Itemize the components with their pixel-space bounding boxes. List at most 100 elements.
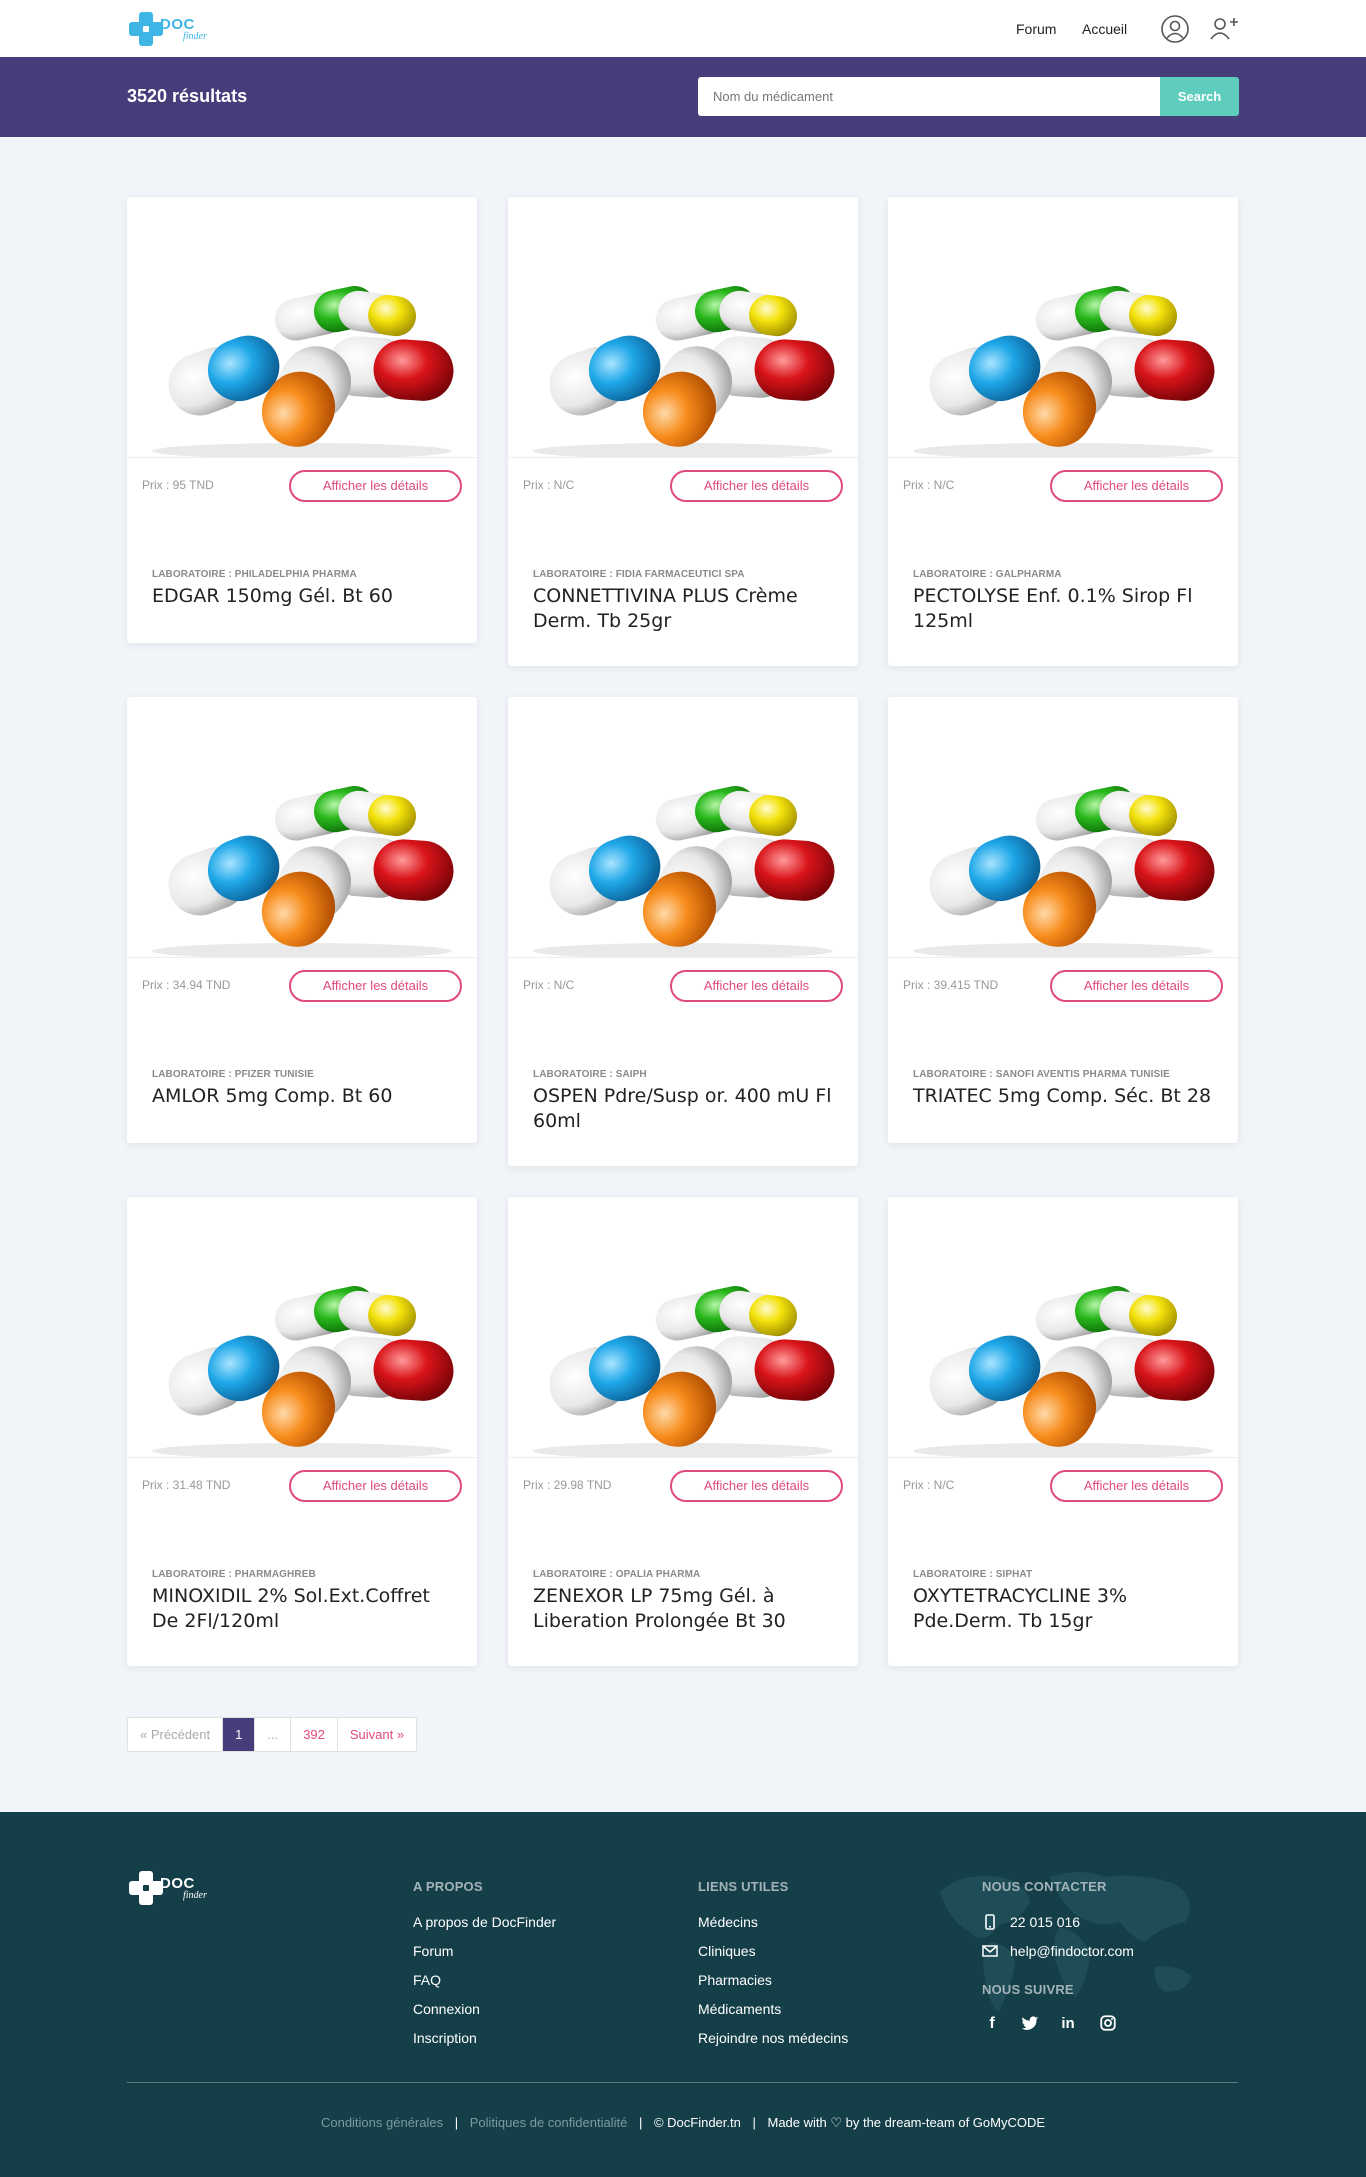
laboratory-label: LABORATOIRE : FIDIA FARMACEUTICI SPA [533,569,745,580]
separator: | [638,2115,643,2130]
laboratory-label: LABORATOIRE : PFIZER TUNISIE [152,1069,314,1080]
liens-links: Médecins Cliniques Pharmacies Médicament… [698,1914,848,2059]
contact-heading: NOUS CONTACTER [982,1879,1107,1894]
price-label: Prix : 29.98 TND [523,1478,612,1492]
medication-name[interactable]: TRIATEC 5mg Comp. Séc. Bt 28 [913,1084,1223,1109]
footer-link-medecins[interactable]: Médecins [698,1914,848,1943]
medication-name[interactable]: ZENEXOR LP 75mg Gél. à Liberation Prolon… [533,1584,843,1634]
laboratory-label: LABORATOIRE : OPALIA PHARMA [533,1569,701,1580]
facebook-icon[interactable]: f [982,2014,1002,2034]
footer-link-join-doctors[interactable]: Rejoindre nos médecins [698,2030,848,2059]
instagram-icon[interactable] [1098,2014,1118,2034]
pills-image [888,1197,1238,1457]
medication-card: Prix : 29.98 TND Afficher les détails LA… [508,1197,858,1666]
show-details-button[interactable]: Afficher les détails [289,970,462,1002]
apropos-heading: A PROPOS [413,1879,483,1894]
show-details-button[interactable]: Afficher les détails [670,970,843,1002]
price-label: Prix : 34.94 TND [142,978,231,992]
laboratory-label: LABORATOIRE : SIPHAT [913,1569,1033,1580]
liens-heading: LIENS UTILES [698,1879,789,1894]
medication-name[interactable]: PECTOLYSE Enf. 0.1% Sirop Fl 125ml [913,584,1223,634]
medication-name[interactable]: CONNETTIVINA PLUS Crème Derm. Tb 25gr [533,584,843,634]
pills-image [127,197,477,457]
result-count: 3520 résultats [127,86,248,106]
pills-image [508,1197,858,1457]
apropos-links: A propos de DocFinder Forum FAQ Connexio… [413,1914,556,2059]
show-details-button[interactable]: Afficher les détails [1050,970,1223,1002]
laboratory-label: LABORATOIRE : SANOFI AVENTIS PHARMA TUNI… [913,1069,1170,1080]
footer-link-faq[interactable]: FAQ [413,1972,556,2001]
separator: | [454,2115,459,2130]
medication-card: Prix : N/C Afficher les détails LABORATO… [888,197,1238,666]
medication-name[interactable]: AMLOR 5mg Comp. Bt 60 [152,1084,462,1109]
email-icon [982,1945,998,1957]
page-last-button[interactable]: 392 [291,1718,338,1751]
price-label: Prix : 31.48 TND [142,1478,231,1492]
medication-name[interactable]: EDGAR 150mg Gél. Bt 60 [152,584,462,609]
medication-search-input[interactable] [698,77,1160,116]
laboratory-label: LABORATOIRE : PHILADELPHIA PHARMA [152,569,357,580]
pills-image [127,697,477,957]
footer-link-pharmacies[interactable]: Pharmacies [698,1972,848,2001]
footer-logo-sub: finder [183,1890,207,1901]
medication-name[interactable]: OXYTETRACYCLINE 3% Pde.Derm. Tb 15gr [913,1584,1223,1634]
footer-link-connexion[interactable]: Connexion [413,2001,556,2030]
medication-card: Prix : N/C Afficher les détails LABORATO… [508,197,858,666]
nav-accueil-link[interactable]: Accueil [1082,21,1127,37]
footer: DOC finder A PROPOS A propos de DocFinde… [0,1812,1366,2177]
medication-name[interactable]: MINOXIDIL 2% Sol.Ext.Coffret De 2Fl/120m… [152,1584,462,1634]
separator: | [752,2115,756,2130]
logo-sub: finder [183,31,207,42]
search-bar: 3520 résultats Search [0,57,1366,137]
phone-icon [985,1914,995,1930]
footer-link-cliniques[interactable]: Cliniques [698,1943,848,1972]
pills-image [508,697,858,957]
page-current-button[interactable]: 1 [223,1718,256,1751]
copyright-text: © DocFinder.tn [653,2115,741,2130]
nav-forum-link[interactable]: Forum [1016,21,1056,37]
laboratory-label: LABORATOIRE : SAIPH [533,1069,647,1080]
add-user-icon[interactable] [1208,14,1238,44]
footer-bottom-bar: Conditions générales | Politiques de con… [0,2115,1366,2131]
made-with-text: Made with ♡ by the dream-team of GoMyCOD… [767,2115,1046,2130]
medication-card: Prix : 39.415 TND Afficher les détails L… [888,697,1238,1143]
show-details-button[interactable]: Afficher les détails [289,470,462,502]
pills-image [508,197,858,457]
page-previous-button[interactable]: « Précédent [128,1718,224,1751]
show-details-button[interactable]: Afficher les détails [289,1470,462,1502]
docfinder-logo[interactable]: DOC finder [127,10,237,48]
medication-card: Prix : 31.48 TND Afficher les détails LA… [127,1197,477,1666]
privacy-link[interactable]: Politiques de confidentialité [470,2115,628,2130]
show-details-button[interactable]: Afficher les détails [670,1470,843,1502]
pills-image [127,1197,477,1457]
contact-email-text: help@findoctor.com [1010,1943,1134,1959]
terms-link[interactable]: Conditions générales [321,2115,443,2130]
footer-link-medicaments[interactable]: Médicaments [698,2001,848,2030]
show-details-button[interactable]: Afficher les détails [1050,470,1223,502]
footer-link-forum[interactable]: Forum [413,1943,556,1972]
footer-link-about[interactable]: A propos de DocFinder [413,1914,556,1943]
follow-heading: NOUS SUIVRE [982,1982,1074,1997]
user-icon[interactable] [1160,14,1190,44]
pills-image [888,697,1238,957]
linkedin-icon[interactable]: in [1058,2014,1078,2034]
page-ellipsis: ... [255,1718,292,1751]
twitter-icon[interactable] [1020,2014,1040,2034]
price-label: Prix : N/C [903,1478,955,1492]
medication-card: Prix : 34.94 TND Afficher les détails LA… [127,697,477,1143]
price-label: Prix : N/C [523,978,575,992]
price-label: Prix : 95 TND [142,478,214,492]
footer-divider [127,2082,1238,2083]
footer-link-inscription[interactable]: Inscription [413,2030,556,2059]
page-next-button[interactable]: Suivant » [338,1718,416,1751]
price-label: Prix : N/C [903,478,955,492]
show-details-button[interactable]: Afficher les détails [1050,1470,1223,1502]
contact-phone-text: 22 015 016 [1010,1914,1081,1930]
medication-name[interactable]: OSPEN Pdre/Susp or. 400 mU Fl 60ml [533,1084,843,1134]
footer-logo[interactable]: DOC finder [127,1869,237,1907]
medication-card: Prix : N/C Afficher les détails LABORATO… [888,1197,1238,1666]
search-button[interactable]: Search [1160,77,1239,116]
pills-image [888,197,1238,457]
show-details-button[interactable]: Afficher les détails [670,470,843,502]
laboratory-label: LABORATOIRE : PHARMAGHREB [152,1569,316,1580]
